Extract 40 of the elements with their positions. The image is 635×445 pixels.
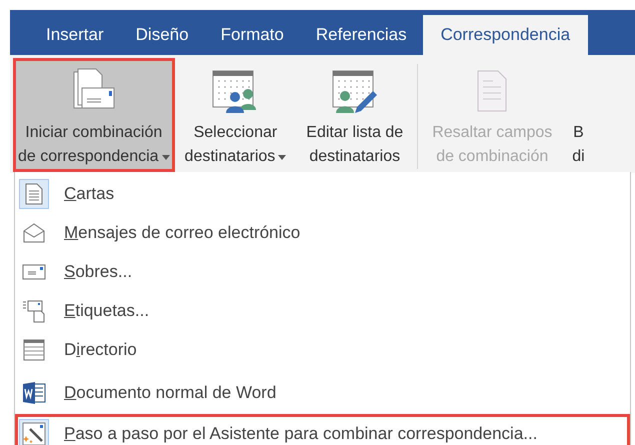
ribbon-tab[interactable]: Correspondencia (422, 15, 588, 55)
button-label: Iniciar combinación (25, 123, 162, 143)
button-label: B (573, 123, 584, 143)
open-envelope-icon (22, 222, 46, 242)
menu-item-label: Etiquetas... (64, 300, 150, 322)
button-label: di (572, 147, 585, 167)
menu-item[interactable]: Cartas (15, 174, 630, 213)
menu-item-label: Documento normal de Word (64, 382, 276, 404)
list-icon (23, 338, 45, 360)
envelope-icon (22, 264, 46, 280)
menu-item-label: Cartas (64, 182, 114, 205)
menu-item-label: Paso a paso por el Asistente para combinar correspondencia... (64, 422, 538, 445)
menu-item[interactable]: Etiquetas... (15, 291, 630, 330)
button-label: Editar lista de (306, 123, 404, 143)
ribbon-tab[interactable]: Referencias (300, 15, 423, 55)
menu-item[interactable]: Mensajes de correo electrónico (15, 213, 630, 252)
ribbon-tab[interactable]: Formato (204, 15, 300, 55)
ribbon-tab[interactable]: Insertar (30, 15, 120, 55)
button-label: Seleccionar (194, 123, 278, 143)
labels-icon (22, 298, 46, 322)
ribbon-button[interactable]: Seleccionar destinatarios (174, 58, 296, 172)
ribbon-button[interactable]: B di (562, 58, 595, 172)
menu-item[interactable]: Documento normal de Word (15, 373, 630, 412)
ribbon-button[interactable]: Editar lista de destinatarios (296, 58, 414, 172)
ribbon-tab[interactable]: Diseño (120, 15, 205, 55)
menu-item[interactable]: Paso a paso por el Asistente para combinar correspondencia... (15, 414, 630, 445)
people-list-pencil-icon (330, 69, 379, 113)
document-icon (25, 182, 43, 204)
button-label: de correspondencia (18, 147, 159, 167)
ribbon-button[interactable]: Iniciar combinación de correspondencia (13, 58, 175, 172)
menu-item-label: Sobres... (64, 260, 132, 283)
menu-item[interactable]: Directorio (15, 330, 630, 369)
button-label: Resaltar campos (432, 123, 552, 143)
button-label: destinatarios (309, 147, 400, 167)
menu-item[interactable]: Sobres... (15, 252, 630, 291)
menu-item-label: Directorio (64, 338, 137, 361)
word-icon (22, 380, 46, 404)
button-label: destinatarios (184, 147, 276, 167)
menu-item-label: Mensajes de correo electrónico (64, 222, 300, 244)
button-label: de combinación (436, 147, 548, 167)
